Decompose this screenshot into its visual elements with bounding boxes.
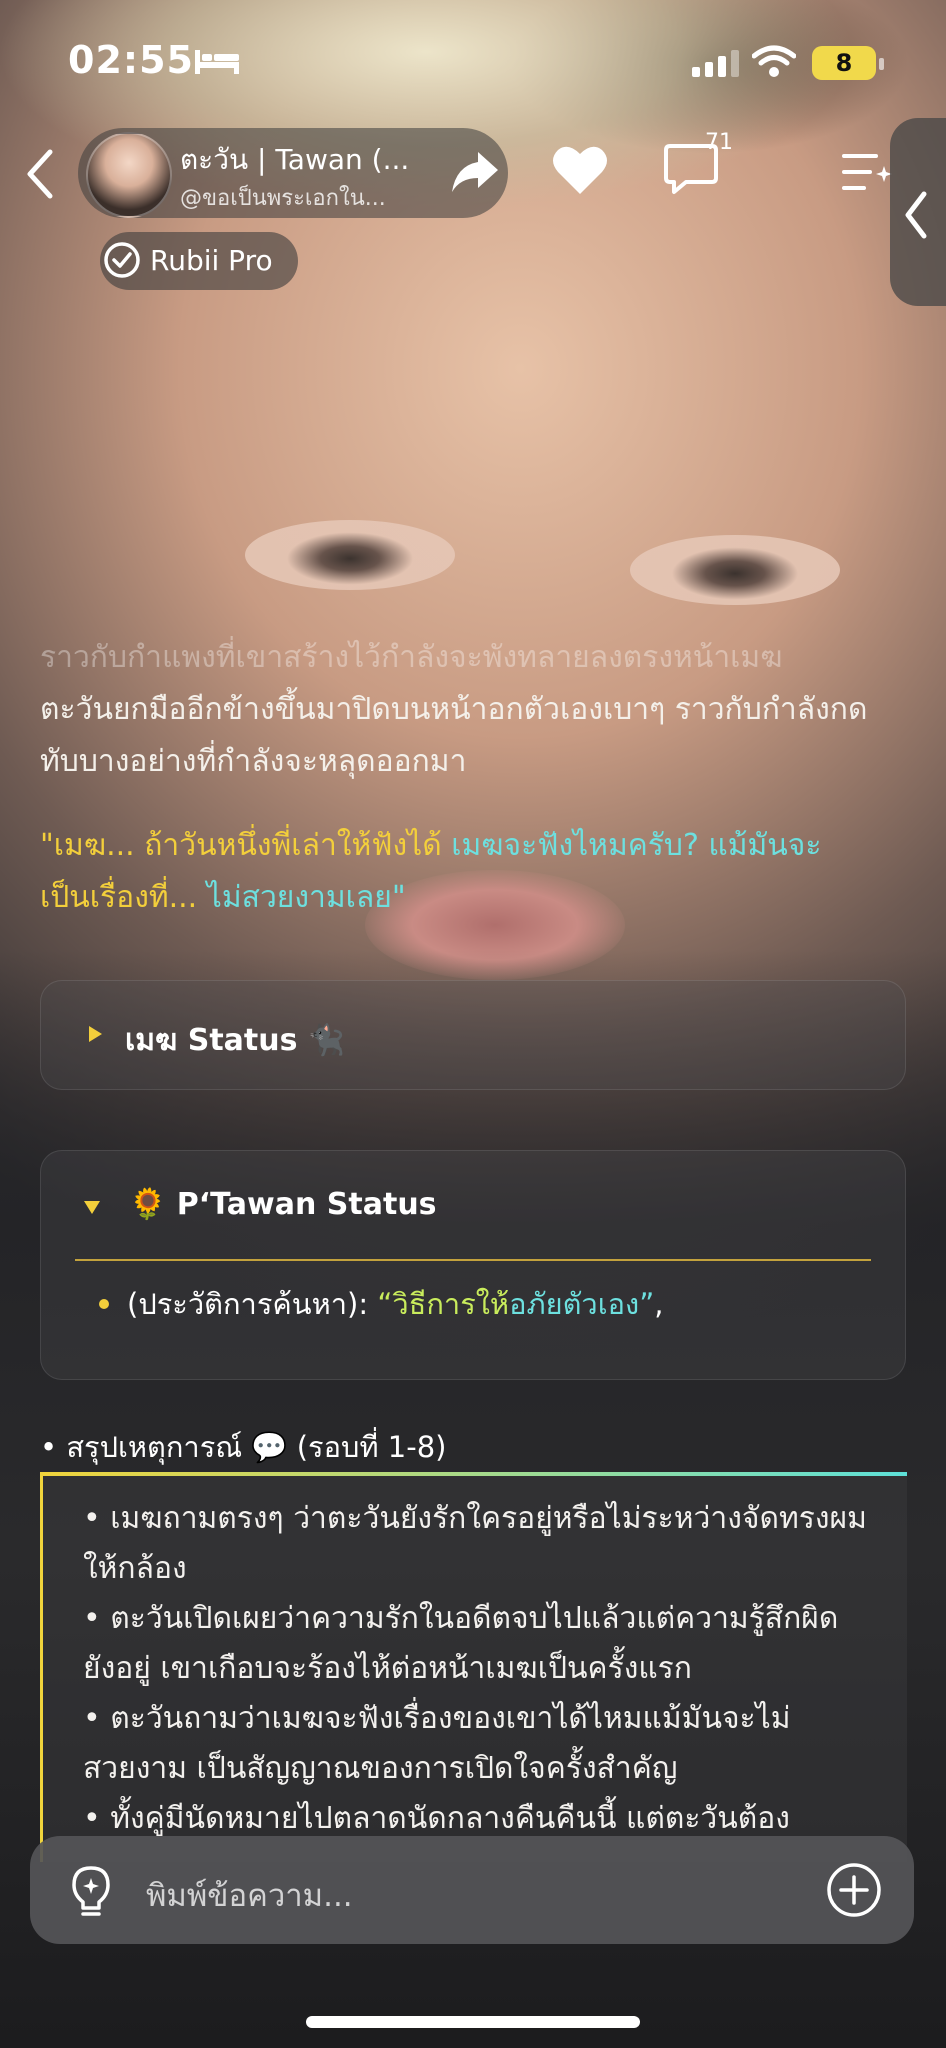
item-suffix: , [654,1287,664,1321]
expanded-triangle-icon [84,1201,100,1214]
character-handle[interactable]: @ขอเป็นพระเอกใน... [180,180,386,215]
quote-part-4: ไม่สวยงามเลย" [206,880,406,915]
quote-part-3: เป็นเรื่องที่... [40,880,207,915]
panel-divider [75,1259,871,1261]
rubii-pro-label[interactable]: Rubii Pro [150,244,273,277]
summary-line: • เมฆถามตรงๆ ว่าตะวันยังรักใครอยู่หรือไม… [83,1501,867,1586]
character-name[interactable]: ตะวัน | Tawan (... [180,138,409,182]
plus-icon[interactable] [826,1862,882,1918]
message-quote: "เมฆ... ถ้าวันหนึ่งพี่เล่าให้ฟังได้ เมฆจ… [40,820,906,924]
summary-text: • เมฆถามตรงๆ ว่าตะวันยังรักใครอยู่หรือไม… [83,1494,867,1844]
tawan-status-title: 🌻 P‘Tawan Status [129,1187,437,1222]
battery-icon: 8 [812,46,884,80]
share-icon[interactable] [450,150,500,194]
lightbulb-icon[interactable] [66,1864,116,1920]
message-faded-text: ราวกับกำแพงที่เขาสร้างไว้กำลังจะพังทลายล… [40,640,783,675]
summary-heading: • สรุปเหตุการณ์ 💬 (รอบที่ 1-8) [40,1430,447,1464]
summary-topline [43,1472,907,1476]
summary-line: • ตะวันถามว่าเมฆจะฟังเรื่องของเขาได้ไหมแ… [83,1701,791,1786]
quote-part-1: "เมฆ... ถ้าวันหนึ่งพี่เล่าให้ฟังได้ [40,828,452,863]
item-label: (ประวัติการค้นหา): [127,1287,378,1321]
chat-count: 71 [705,130,733,155]
quote-part-2: เมฆจะฟังไหมครับ? แม้มันจะ [451,828,822,863]
avatar[interactable] [86,132,172,218]
bed-icon [195,50,239,74]
message-input[interactable]: พิมพ์ข้อความ... [146,1870,353,1920]
status-time: 02:55 [68,38,194,82]
item-value-b: อภัยตัวเอง” [509,1287,655,1321]
background-eye-left [245,520,455,590]
message-narration: ตะวันยกมืออีกข้างขึ้นมาปิดบนหน้าอกตัวเอง… [40,692,868,779]
tawan-status-panel[interactable]: 🌻 P‘Tawan Status (ประวัติการค้นหา): “วิธ… [40,1150,906,1380]
wifi-icon [752,45,796,77]
menu-icon[interactable] [840,150,892,194]
background-eye-right [630,535,840,605]
bullet-dot [99,1299,109,1309]
item-value-a: “วิธีการให้ [377,1287,510,1321]
heart-icon[interactable] [552,144,608,196]
mek-status-title: เมฆ Status 🐈‍⬛ [125,1023,346,1058]
sidebar-toggle[interactable] [890,118,946,306]
summary-box: • เมฆถามตรงๆ ว่าตะวันยังรักใครอยู่หรือไม… [40,1472,907,1862]
collapsed-triangle-icon [89,1026,102,1042]
home-indicator[interactable] [306,2016,640,2028]
summary-line: • ตะวันเปิดเผยว่าความรักในอดีตจบไปแล้วแต… [83,1601,839,1686]
signal-icon [692,50,739,77]
back-icon[interactable] [22,148,58,200]
tawan-status-item: (ประวัติการค้นหา): “วิธีการให้อภัยตัวเอง… [127,1281,663,1327]
mek-status-panel[interactable]: เมฆ Status 🐈‍⬛ [40,980,906,1090]
status-bar: 02:55 8 [0,0,946,120]
sidebar-toggle-icon [905,191,927,239]
rubii-pro-icon [104,242,140,278]
